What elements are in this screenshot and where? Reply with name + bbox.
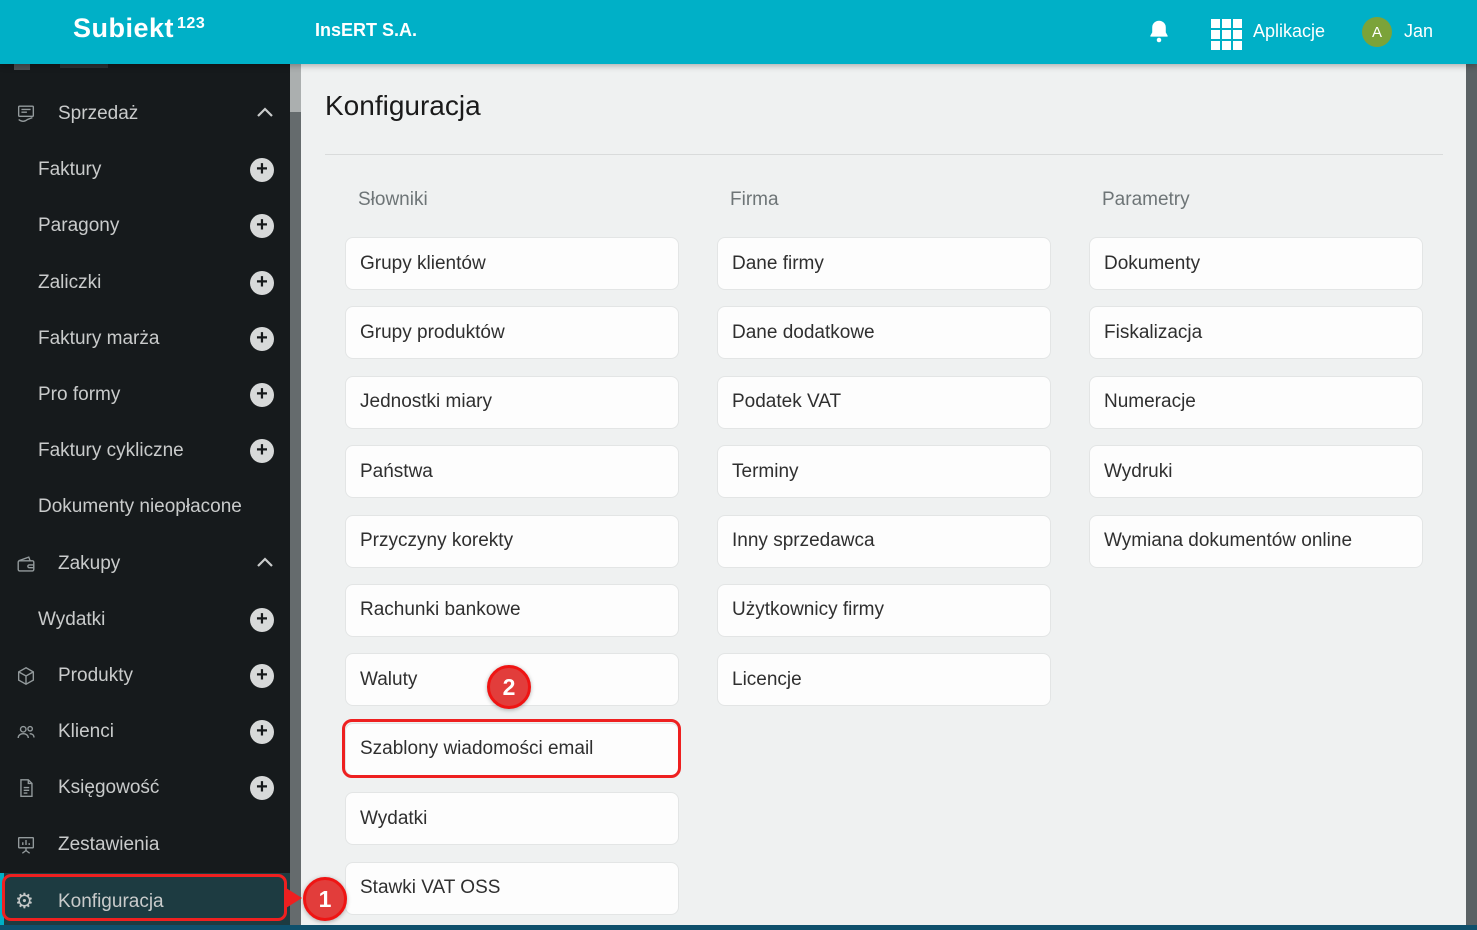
- accounting-document-icon: [15, 777, 37, 799]
- top-bar: Subiekt 123 InsERT S.A. Aplikacje A Jan: [0, 0, 1477, 64]
- annotation-highlight-konfiguracja: [2, 874, 287, 921]
- sidebar-item-pro-formy[interactable]: Pro formy: [0, 367, 290, 423]
- add-proforma-plus-icon[interactable]: [250, 383, 274, 407]
- company-name: InsERT S.A.: [315, 20, 418, 40]
- sidebar-scrollbar-track[interactable]: [290, 64, 301, 930]
- sidebar-item-faktury-marza[interactable]: Faktury marża: [0, 311, 290, 367]
- config-button-grupy-klientow[interactable]: Grupy klientów: [345, 237, 679, 290]
- partial-menu-item: [14, 64, 30, 70]
- sidebar-item-zestawienia[interactable]: Zestawienia: [0, 817, 290, 873]
- sidebar-item-sprzedaz[interactable]: Sprzedaż: [0, 86, 290, 142]
- annotation-highlight-szablony: [342, 719, 681, 778]
- add-product-plus-icon[interactable]: [250, 664, 274, 688]
- sidebar-item-faktury[interactable]: Faktury: [0, 142, 290, 198]
- config-button-terminy[interactable]: Terminy: [717, 445, 1051, 499]
- column-firma: Dane firmy Dane dodatkowe Podatek VAT Te…: [717, 237, 1051, 707]
- sidebar-navigation: Sprzedaż Faktury Paragony Zaliczki Faktu…: [0, 64, 290, 930]
- sidebar-item-klienci[interactable]: Klienci: [0, 704, 290, 760]
- chevron-up-icon: [255, 555, 275, 569]
- user-name[interactable]: Jan: [1404, 21, 1433, 42]
- add-margin-invoice-plus-icon[interactable]: [250, 327, 274, 351]
- sidebar-item-label: Pro formy: [38, 384, 121, 405]
- config-button-stawki-vat-oss[interactable]: Stawki VAT OSS: [345, 861, 679, 915]
- config-button-grupy-produktow[interactable]: Grupy produktów: [345, 306, 679, 360]
- column-slowniki: Grupy klientów Grupy produktów Jednostki…: [345, 237, 679, 915]
- column-header-parametry: Parametry: [1102, 189, 1190, 210]
- config-button-numeracje[interactable]: Numeracje: [1089, 375, 1423, 429]
- sidebar-item-dokumenty-nieoplacone[interactable]: Dokumenty nieopłacone: [0, 479, 290, 535]
- add-recurring-invoice-plus-icon[interactable]: [250, 439, 274, 463]
- app-logo[interactable]: Subiekt 123: [73, 13, 205, 44]
- column-header-slowniki: Słowniki: [358, 189, 428, 210]
- notifications-bell-icon[interactable]: [1146, 18, 1172, 46]
- config-button-jednostki-miary[interactable]: Jednostki miary: [345, 375, 679, 429]
- user-avatar[interactable]: A: [1362, 17, 1392, 47]
- sidebar-item-label: Faktury marża: [38, 328, 160, 349]
- config-button-dane-dodatkowe[interactable]: Dane dodatkowe: [717, 306, 1051, 360]
- sidebar-item-label: Sprzedaż: [58, 103, 139, 124]
- config-button-fiskalizacja[interactable]: Fiskalizacja: [1089, 306, 1423, 360]
- add-invoice-plus-icon[interactable]: [250, 158, 274, 182]
- sidebar-item-label: Faktury: [38, 159, 102, 180]
- add-expense-plus-icon[interactable]: [250, 608, 274, 632]
- sidebar-item-label: Dokumenty nieopłacone: [38, 496, 242, 517]
- sidebar-item-label: Klienci: [58, 721, 114, 742]
- config-button-wydatki[interactable]: Wydatki: [345, 792, 679, 846]
- sidebar-item-wydatki[interactable]: Wydatki: [0, 592, 290, 648]
- sidebar-item-label: Faktury cykliczne: [38, 440, 184, 461]
- apps-menu-button[interactable]: Aplikacje: [1253, 21, 1325, 42]
- chevron-up-icon: [255, 105, 275, 119]
- config-button-inny-sprzedawca[interactable]: Inny sprzedawca: [717, 514, 1051, 568]
- add-accounting-plus-icon[interactable]: [250, 776, 274, 800]
- config-button-przyczyny-korekty[interactable]: Przyczyny korekty: [345, 514, 679, 568]
- page-scrollbar[interactable]: [1466, 64, 1477, 930]
- sidebar-item-label: Zestawienia: [58, 834, 160, 855]
- config-button-panstwa[interactable]: Państwa: [345, 445, 679, 499]
- partial-menu-item-label: [60, 64, 108, 68]
- sidebar-item-label: Księgowość: [58, 777, 160, 798]
- products-box-icon: [15, 665, 37, 687]
- sidebar-item-faktury-cykliczne[interactable]: Faktury cykliczne: [0, 423, 290, 479]
- config-button-wymiana-dokumentow-online[interactable]: Wymiana dokumentów online: [1089, 514, 1423, 568]
- apps-grid-icon[interactable]: [1211, 19, 1242, 50]
- sidebar-item-label: Zakupy: [58, 553, 121, 574]
- add-client-plus-icon[interactable]: [250, 720, 274, 744]
- config-button-uzytkownicy-firmy[interactable]: Użytkownicy firmy: [717, 583, 1051, 637]
- logo-superscript: 123: [177, 15, 206, 32]
- purchases-wallet-icon: [15, 553, 37, 575]
- sidebar-item-label: Produkty: [58, 665, 133, 686]
- page-title: Konfiguracja: [325, 90, 481, 121]
- sidebar-item-zaliczki[interactable]: Zaliczki: [0, 255, 290, 311]
- config-button-podatek-vat[interactable]: Podatek VAT: [717, 375, 1051, 429]
- sales-icon: [15, 103, 37, 125]
- window-bottom-edge: [0, 925, 1477, 930]
- config-button-licencje[interactable]: Licencje: [717, 653, 1051, 707]
- sidebar-item-zakupy[interactable]: Zakupy: [0, 536, 290, 592]
- sidebar-item-paragony[interactable]: Paragony: [0, 198, 290, 254]
- config-button-wydruki[interactable]: Wydruki: [1089, 445, 1423, 499]
- annotation-callout-tail: [286, 888, 302, 908]
- add-receipt-plus-icon[interactable]: [250, 214, 274, 238]
- config-button-dokumenty[interactable]: Dokumenty: [1089, 237, 1423, 290]
- add-advance-plus-icon[interactable]: [250, 271, 274, 295]
- sidebar-item-ksiegowosc[interactable]: Księgowość: [0, 760, 290, 816]
- sidebar-scrollbar-thumb[interactable]: [290, 64, 301, 112]
- logo-text: Subiekt: [73, 13, 175, 43]
- clients-people-icon: [15, 721, 37, 743]
- app-window: Subiekt 123 InsERT S.A. Aplikacje A Jan S…: [0, 0, 1477, 930]
- title-divider: [325, 154, 1443, 155]
- column-parametry: Dokumenty Fiskalizacja Numeracje Wydruki…: [1089, 237, 1423, 568]
- sidebar-item-label: Paragony: [38, 215, 120, 236]
- annotation-step-2-badge: 2: [487, 665, 531, 709]
- sidebar-item-label: Zaliczki: [38, 272, 102, 293]
- sidebar-item-produkty[interactable]: Produkty: [0, 648, 290, 704]
- config-button-dane-firmy[interactable]: Dane firmy: [717, 237, 1051, 290]
- config-button-rachunki-bankowe[interactable]: Rachunki bankowe: [345, 583, 679, 637]
- sidebar-item-label: Wydatki: [38, 609, 106, 630]
- annotation-step-1-badge: 1: [303, 877, 347, 921]
- column-header-firma: Firma: [730, 189, 779, 210]
- reports-chart-icon: [15, 834, 37, 856]
